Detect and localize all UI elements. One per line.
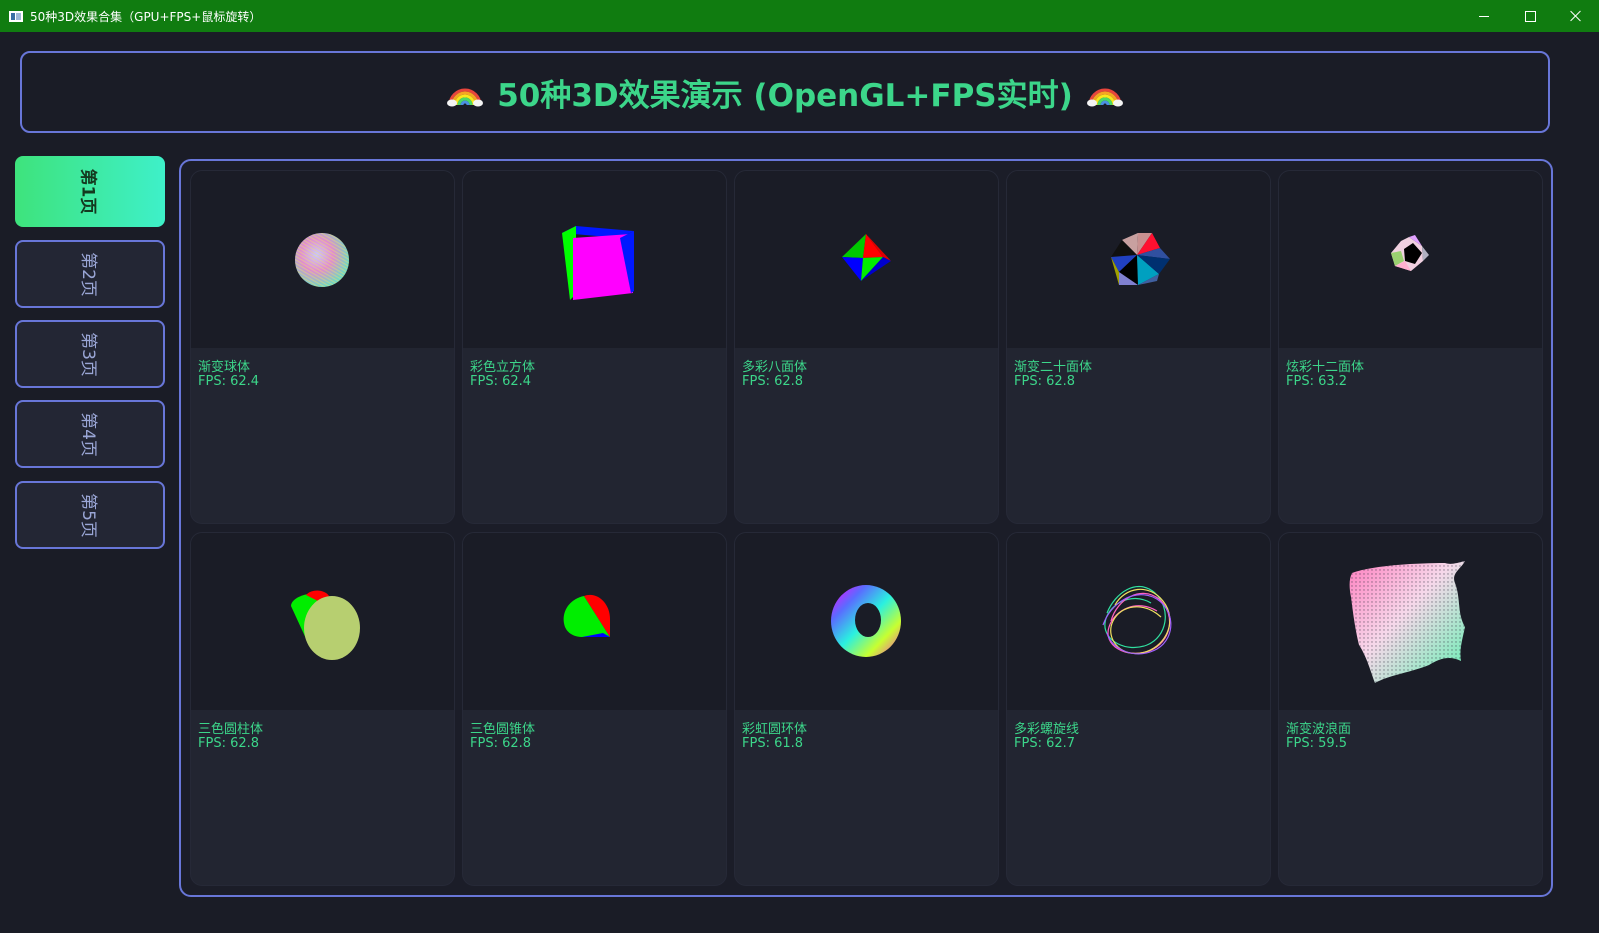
effect-name: 彩色立方体: [470, 360, 536, 375]
fps-readout: FPS: 62.4: [198, 374, 260, 389]
page-button-2[interactable]: 第2页: [15, 240, 165, 308]
gl-viewport[interactable]: [1007, 171, 1270, 348]
page-title: 50种3D效果演示 (OpenGL+FPS实时): [497, 77, 1073, 114]
effect-name: 渐变波浪面: [1286, 722, 1352, 737]
effect-name: 渐变二十面体: [1014, 360, 1093, 375]
minimize-button[interactable]: [1461, 0, 1507, 32]
fps-readout: FPS: 62.4: [470, 374, 532, 389]
fps-readout: FPS: 63.2: [1286, 374, 1348, 389]
header-banner: 50种3D效果演示 (OpenGL+FPS实时): [20, 51, 1550, 133]
page-button-label: 第1页: [77, 168, 98, 215]
gl-viewport[interactable]: [191, 533, 454, 710]
page-button-3[interactable]: 第3页: [15, 320, 165, 388]
icosahedron-render: [1111, 233, 1170, 285]
effect-card[interactable]: 渐变球体 FPS: 62.4: [190, 170, 455, 524]
cylinder-render: [291, 590, 360, 660]
maximize-icon: [1525, 11, 1536, 22]
page-button-5[interactable]: 第5页: [15, 481, 165, 549]
gl-viewport[interactable]: [1279, 533, 1542, 710]
torus-render: [831, 585, 901, 657]
page-button-1[interactable]: 第1页: [15, 156, 165, 227]
fps-readout: FPS: 61.8: [742, 736, 804, 751]
effect-name: 多彩螺旋线: [1014, 722, 1080, 737]
sphere-render: [295, 233, 349, 287]
fps-readout: FPS: 59.5: [1286, 736, 1348, 751]
fps-readout: FPS: 62.7: [1014, 736, 1076, 751]
fps-readout: FPS: 62.8: [470, 736, 532, 751]
effect-card[interactable]: 彩虹圆环体 FPS: 61.8: [734, 532, 999, 886]
fps-readout: FPS: 62.8: [742, 374, 804, 389]
octahedron-render: [842, 234, 891, 281]
gl-viewport[interactable]: [463, 533, 726, 710]
effect-card[interactable]: 渐变二十面体 FPS: 62.8: [1006, 170, 1271, 524]
maximize-button[interactable]: [1507, 0, 1553, 32]
fps-readout: FPS: 62.8: [1014, 374, 1076, 389]
app-icon: [9, 10, 23, 22]
dodecahedron-render: [1391, 235, 1429, 271]
rainbow-icon: [1086, 88, 1123, 107]
effect-name: 渐变球体: [198, 360, 251, 375]
window-title: 50种3D效果合集（GPU+FPS+鼠标旋转）: [30, 9, 262, 24]
gl-viewport[interactable]: [463, 171, 726, 348]
effect-name: 三色圆柱体: [198, 722, 264, 737]
effect-card[interactable]: 三色圆锥体 FPS: 62.8: [462, 532, 727, 886]
rainbow-icon: [447, 88, 484, 107]
close-icon: [1570, 10, 1582, 22]
effect-name: 彩虹圆环体: [742, 722, 808, 737]
page-button-label: 第2页: [77, 251, 98, 297]
helix-render: [1102, 586, 1172, 655]
page-button-label: 第4页: [77, 411, 98, 457]
gl-viewport[interactable]: [735, 533, 998, 710]
effect-name: 多彩八面体: [742, 360, 808, 375]
minimize-icon: [1479, 16, 1489, 17]
effect-card[interactable]: 多彩螺旋线 FPS: 62.7: [1006, 532, 1271, 886]
effect-card[interactable]: 炫彩十二面体 FPS: 63.2: [1278, 170, 1543, 524]
gl-viewport[interactable]: [1007, 533, 1270, 710]
gl-viewport[interactable]: [1279, 171, 1542, 348]
window-controls: [1461, 0, 1599, 32]
page-button-label: 第5页: [77, 492, 98, 538]
wave-surface-render: [1349, 561, 1465, 683]
effects-grid: 渐变球体 FPS: 62.4 彩色立方体 FPS: 62.4 多彩八面体 FPS…: [179, 159, 1553, 897]
effect-card[interactable]: 彩色立方体 FPS: 62.4: [462, 170, 727, 524]
cube-render: [562, 226, 634, 300]
fps-readout: FPS: 62.8: [198, 736, 260, 751]
effect-name: 炫彩十二面体: [1286, 360, 1365, 375]
page-button-label: 第3页: [77, 331, 98, 377]
effect-card[interactable]: 多彩八面体 FPS: 62.8: [734, 170, 999, 524]
header-title-group: 50种3D效果演示 (OpenGL+FPS实时): [447, 70, 1123, 115]
effect-card[interactable]: 三色圆柱体 FPS: 62.8: [190, 532, 455, 886]
effect-name: 三色圆锥体: [470, 722, 536, 737]
window-titlebar: 50种3D效果合集（GPU+FPS+鼠标旋转）: [0, 0, 1599, 32]
close-button[interactable]: [1553, 0, 1599, 32]
gl-viewport[interactable]: [191, 171, 454, 348]
cone-render: [563, 594, 610, 637]
effect-card[interactable]: 渐变波浪面 FPS: 59.5: [1278, 532, 1543, 886]
page-button-4[interactable]: 第4页: [15, 400, 165, 468]
gl-viewport[interactable]: [735, 171, 998, 348]
